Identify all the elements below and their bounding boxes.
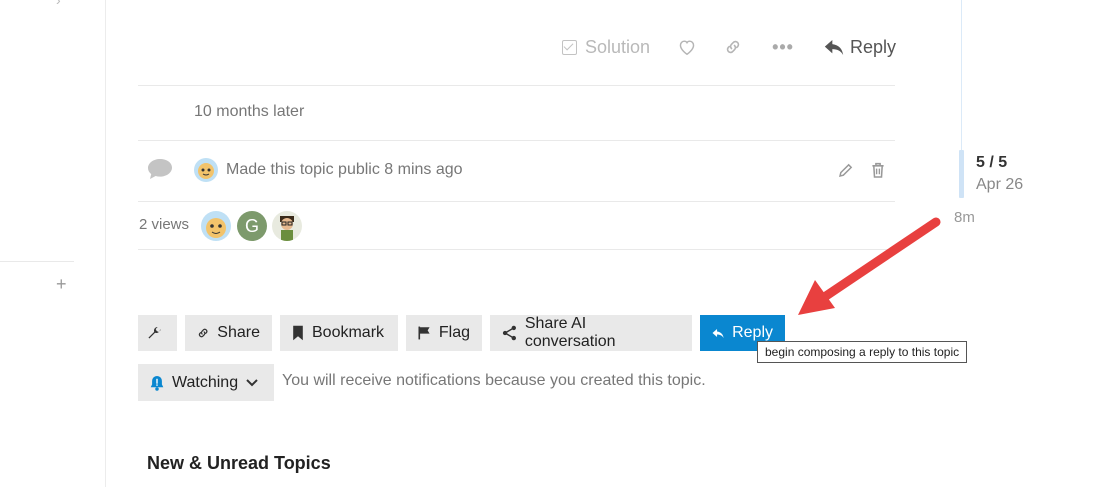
- solution-label: Solution: [585, 36, 651, 57]
- link-icon: [198, 328, 208, 338]
- flag-label: Flag: [438, 324, 470, 341]
- avatar-initial: G: [244, 215, 259, 236]
- participant-avatar[interactable]: [201, 211, 231, 241]
- like-button[interactable]: [678, 39, 696, 55]
- solution-button[interactable]: Solution: [562, 37, 650, 58]
- link-icon: [726, 40, 740, 54]
- small-action-text: Made this topic public 8 mins ago: [226, 161, 463, 178]
- ellipsis-icon: •••: [772, 36, 794, 57]
- sidebar-divider: [0, 261, 74, 262]
- share-button[interactable]: Share: [185, 315, 272, 351]
- timeline-count: 5 / 5: [976, 154, 1008, 171]
- post-reply-button[interactable]: Reply: [824, 37, 896, 58]
- more-actions-button[interactable]: •••: [772, 37, 794, 58]
- notification-level-dropdown[interactable]: Watching: [138, 364, 274, 401]
- reply-label: Reply: [732, 324, 773, 341]
- trash-icon[interactable]: [871, 162, 885, 183]
- reply-icon: [824, 39, 844, 55]
- bookmark-label: Bookmark: [312, 324, 385, 341]
- checkbox-icon: [562, 39, 577, 55]
- bookmark-button[interactable]: Bookmark: [280, 315, 398, 351]
- admin-actions-button[interactable]: [138, 315, 177, 351]
- timeline-date: Apr 26: [976, 176, 1024, 193]
- sidebar-add-icon[interactable]: +: [56, 274, 67, 294]
- pencil-icon[interactable]: [838, 162, 854, 183]
- sidebar-chevron-icon[interactable]: ›: [56, 0, 61, 8]
- notification-level-label: Watching: [172, 373, 239, 391]
- time-gap: 10 months later: [194, 103, 305, 120]
- reply-icon: [712, 328, 724, 338]
- wrench-icon: [147, 326, 161, 339]
- share-label: Share: [217, 324, 260, 341]
- flag-icon: [418, 326, 430, 340]
- share-ai-label: Share AI conversation: [524, 315, 616, 350]
- post-actions: Solution ••• Reply: [562, 34, 896, 60]
- participant-avatar[interactable]: [272, 211, 302, 241]
- divider: [138, 201, 895, 202]
- bell-icon: [150, 375, 164, 391]
- timeline-handle[interactable]: [959, 150, 964, 198]
- notification-reason: You will receive notifications because y…: [282, 372, 706, 389]
- participant-avatar[interactable]: G: [237, 211, 267, 241]
- heart-icon: [679, 40, 695, 55]
- divider: [138, 85, 895, 86]
- annotation-arrow-icon: [798, 217, 941, 315]
- comment-icon: [147, 158, 173, 185]
- share-nodes-icon: [502, 325, 516, 341]
- views-count: 2 views: [139, 216, 190, 233]
- timeline-now[interactable]: 8m: [954, 209, 975, 226]
- flag-button[interactable]: Flag: [406, 315, 482, 351]
- share-ai-conversation-button[interactable]: Share AI conversation: [490, 315, 692, 351]
- divider: [138, 249, 895, 250]
- divider: [138, 140, 895, 141]
- reply-tooltip: begin composing a reply to this topic: [757, 341, 968, 363]
- chevron-down-icon: [246, 378, 258, 386]
- bookmark-icon: [293, 325, 303, 341]
- timeline-track: [961, 0, 962, 150]
- post-reply-label: Reply: [849, 36, 896, 57]
- main-border: [105, 0, 106, 487]
- avatar[interactable]: [194, 158, 218, 182]
- suggested-topics-heading: New & Unread Topics: [147, 453, 331, 473]
- copy-link-button[interactable]: [724, 38, 742, 56]
